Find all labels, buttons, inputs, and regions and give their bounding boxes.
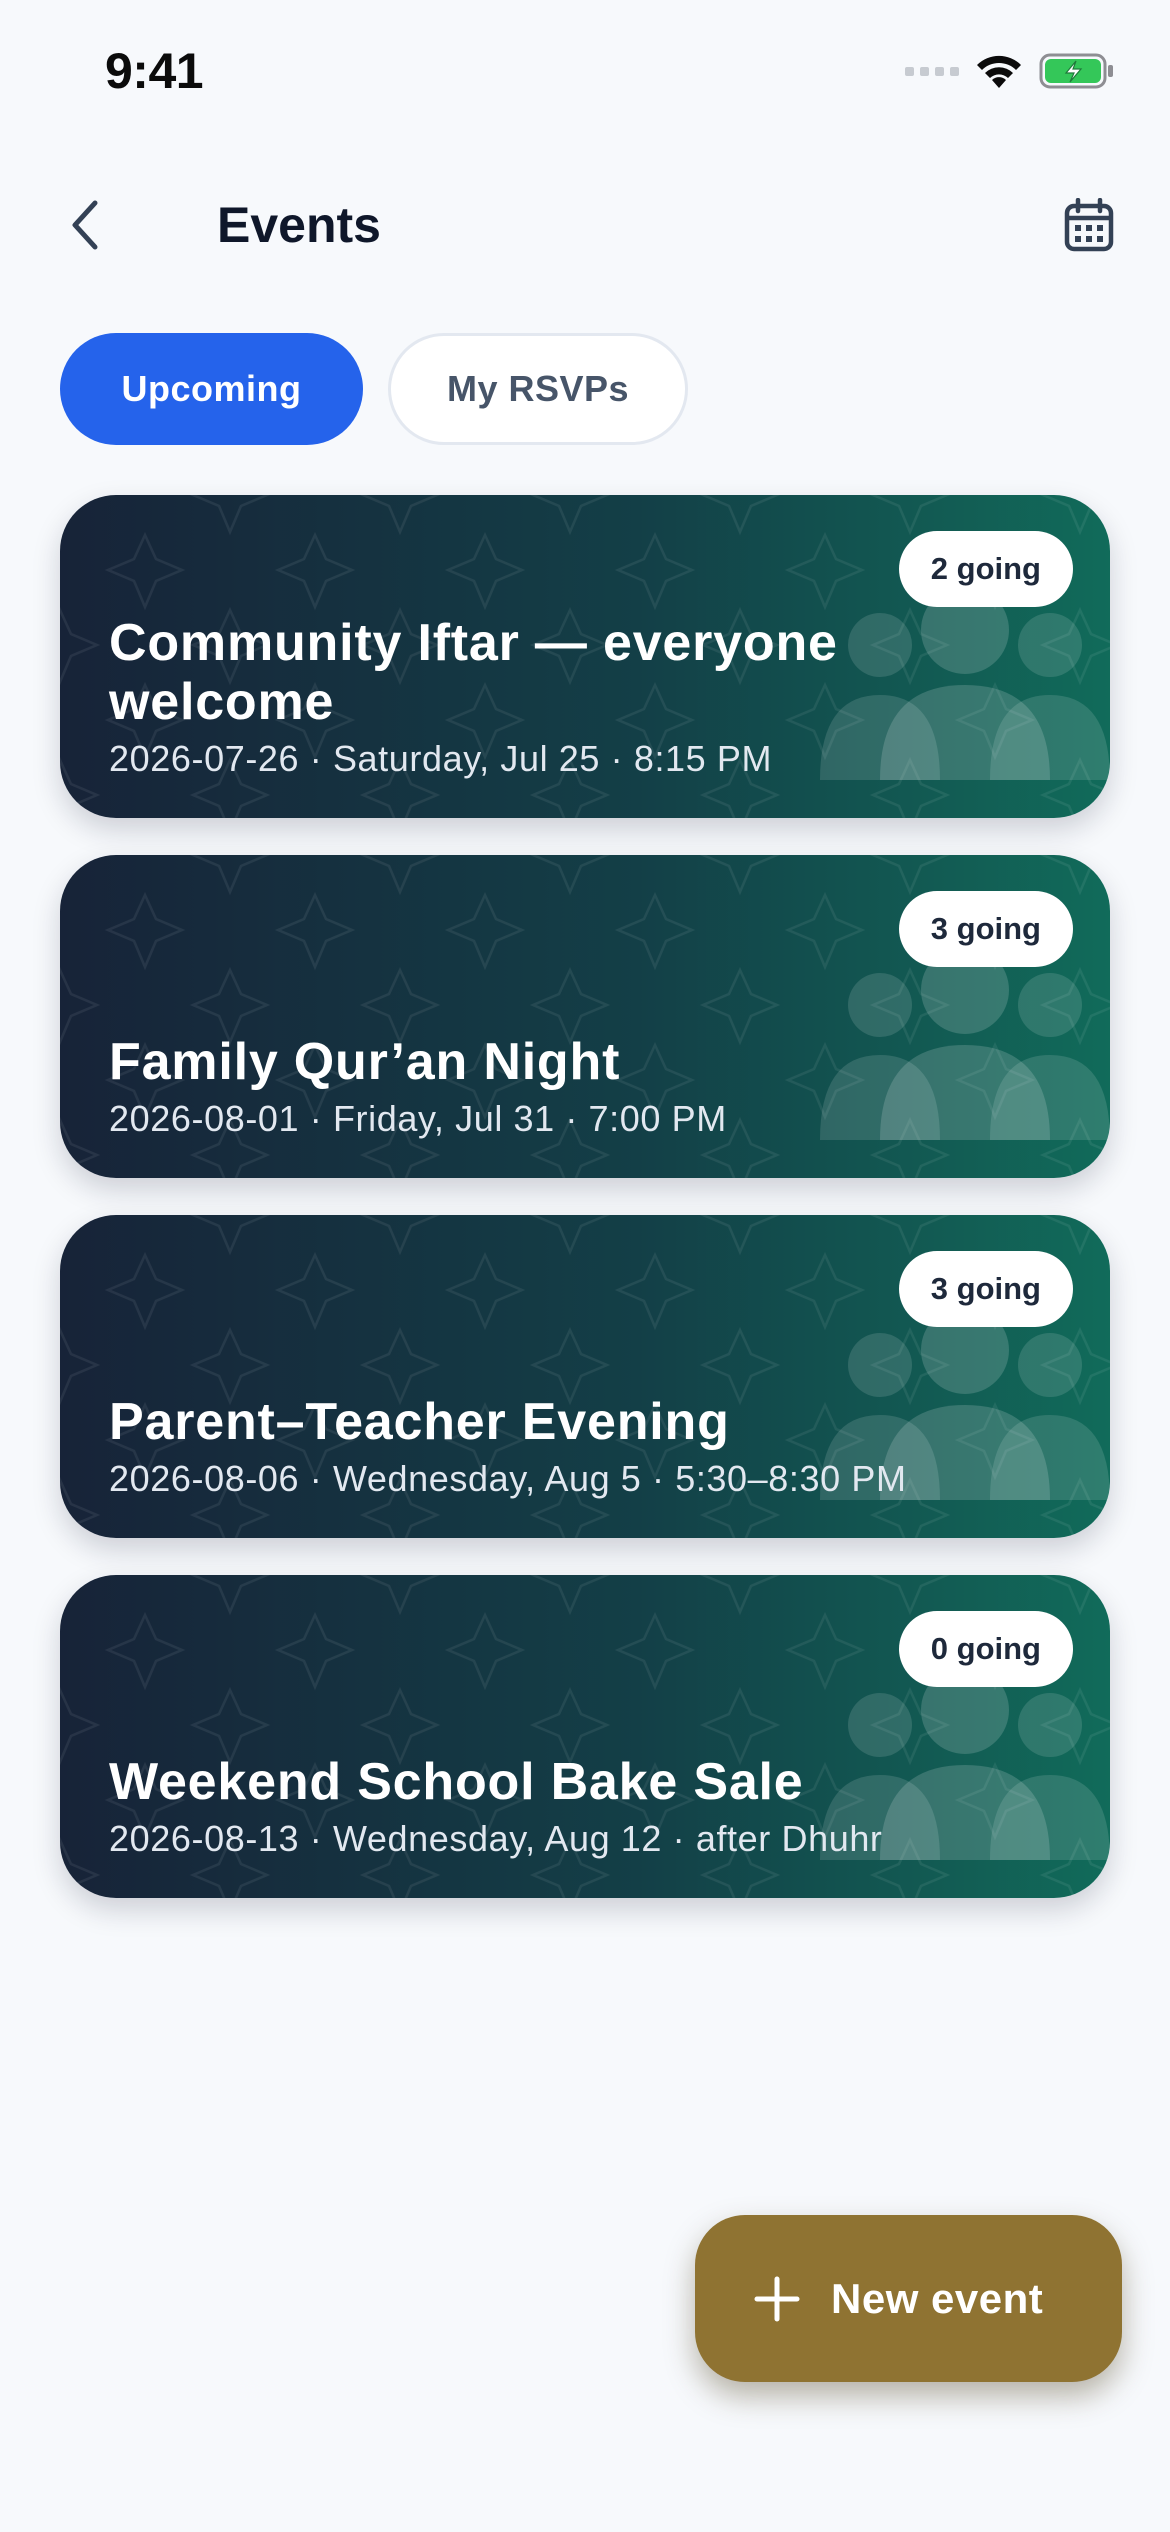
event-date-time: 2026-07-26 · Saturday, Jul 25 · 8:15 PM bbox=[109, 738, 773, 779]
status-icons bbox=[905, 52, 1115, 90]
tab-bar: Upcoming My RSVPs bbox=[60, 333, 688, 445]
event-card[interactable]: 3 going Family Qur’an Night 2026-08-01 ·… bbox=[60, 855, 1110, 1178]
plus-icon bbox=[754, 2276, 800, 2321]
new-event-label: New event bbox=[831, 2274, 1044, 2322]
calendar-icon bbox=[1064, 198, 1114, 252]
event-date-time: 2026-08-01 · Friday, Jul 31 · 7:00 PM bbox=[109, 1098, 727, 1139]
status-time: 9:41 bbox=[105, 43, 204, 99]
battery-charging-icon bbox=[1039, 53, 1113, 89]
status-bar: 9:41 bbox=[0, 0, 1170, 150]
tab-upcoming[interactable]: Upcoming bbox=[60, 333, 363, 445]
cellular-signal-icon bbox=[905, 66, 959, 76]
back-button[interactable] bbox=[55, 195, 115, 255]
event-title: Weekend School Bake Sale bbox=[109, 1753, 804, 1811]
event-date-time: 2026-08-13 · Wednesday, Aug 12 · after D… bbox=[109, 1818, 883, 1859]
going-count-badge: 2 going bbox=[898, 531, 1073, 607]
event-title: Parent–Teacher Evening bbox=[109, 1393, 730, 1451]
tab-my-rsvps[interactable]: My RSVPs bbox=[388, 333, 688, 445]
going-count-badge: 3 going bbox=[898, 1251, 1073, 1327]
event-card[interactable]: 3 going Parent–Teacher Evening 2026-08-0… bbox=[60, 1215, 1110, 1538]
wifi-icon bbox=[977, 55, 1021, 88]
chevron-left-icon bbox=[72, 200, 98, 250]
header: Events bbox=[0, 170, 1170, 280]
event-card[interactable]: 2 going Community Iftar — everyone welco… bbox=[60, 495, 1110, 818]
event-date-time: 2026-08-06 · Wednesday, Aug 5 · 5:30–8:3… bbox=[109, 1458, 907, 1499]
events-list: 2 going Community Iftar — everyone welco… bbox=[60, 495, 1110, 1935]
event-card[interactable]: 0 going Weekend School Bake Sale 2026-08… bbox=[60, 1575, 1110, 1898]
calendar-button[interactable] bbox=[1058, 194, 1120, 256]
going-count-badge: 3 going bbox=[898, 891, 1073, 967]
event-title: Community Iftar — everyone welcome bbox=[109, 614, 838, 731]
page-title: Events bbox=[217, 197, 381, 253]
event-title: Family Qur’an Night bbox=[109, 1033, 621, 1091]
going-count-badge: 0 going bbox=[898, 1611, 1073, 1687]
new-event-button[interactable]: New event bbox=[695, 2215, 1122, 2382]
